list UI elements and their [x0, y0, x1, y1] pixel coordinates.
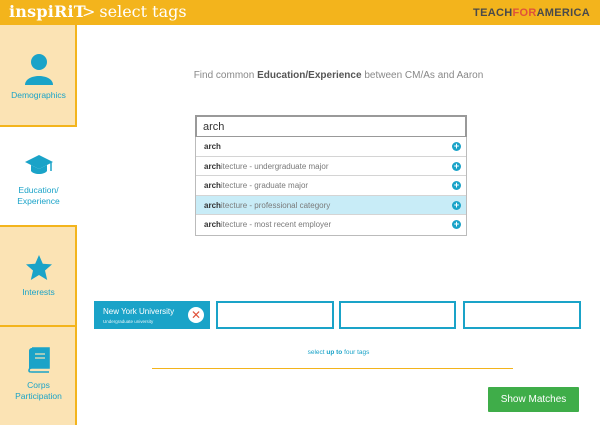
tag-limit-hint-suffix: four tags [342, 349, 370, 356]
autocomplete-rest-text: itecture - professional category [220, 200, 331, 210]
tag-limit-hint-prefix: select [307, 349, 327, 356]
sidebar-item-label: Demographics [11, 90, 66, 100]
brand-logo-part3: AMERICA [536, 7, 590, 19]
page-title: > select tags [82, 2, 187, 21]
sidebar-item-label: Education/ Experience [0, 185, 77, 206]
sidebar-item-interests[interactable]: Interests [0, 227, 77, 327]
autocomplete-match-text: arch [204, 200, 221, 210]
graduation-cap-icon [0, 154, 77, 176]
autocomplete-item[interactable]: architecture - most recent employer + [196, 215, 466, 235]
star-icon [0, 254, 77, 281]
tag-limit-hint-emphasis: up to [326, 349, 343, 356]
tag-slot-empty[interactable] [339, 301, 456, 329]
tag-slot-filled[interactable]: New York University Undergraduate univer… [94, 301, 210, 329]
remove-tag-button[interactable]: ✕ [188, 307, 204, 323]
sidebar-item-education-experience[interactable]: Education/ Experience [0, 127, 77, 227]
person-icon [0, 53, 77, 85]
sidebar-item-label-line1: Education/ [18, 185, 59, 195]
add-circle-icon[interactable]: + [452, 220, 461, 230]
book-icon [0, 347, 77, 373]
breadcrumb-separator: > [82, 2, 96, 21]
divider [152, 368, 513, 369]
search-prompt-emphasis: Education/Experience [257, 70, 362, 81]
close-icon: ✕ [190, 308, 202, 322]
autocomplete-match-text: arch [204, 220, 221, 230]
autocomplete-item[interactable]: arch + [196, 137, 466, 157]
add-circle-icon[interactable]: + [452, 142, 461, 151]
sidebar-item-label: Corps Participation [0, 380, 77, 401]
tag-subtitle: Undergraduate university [103, 319, 154, 324]
autocomplete-match-text: arch [204, 161, 221, 171]
tag-slot-empty[interactable] [216, 301, 334, 329]
app-title[interactable]: inspiRiT [9, 2, 86, 21]
autocomplete-rest-text: itecture - undergraduate major [220, 161, 329, 171]
autocomplete-list: arch + architecture - undergraduate majo… [195, 137, 467, 236]
brand-logo-part1: TEACH [473, 7, 513, 19]
add-circle-icon[interactable]: + [452, 181, 461, 191]
search-prompt-prefix: Find common [193, 70, 258, 81]
tag-slot-empty[interactable] [463, 301, 581, 329]
sidebar-item-corps-participation[interactable]: Corps Participation [0, 327, 77, 425]
sidebar-item-label-line2: Experience [17, 195, 60, 206]
app-header: inspiRiT > select tags TEACHFORAMERICA [0, 0, 600, 25]
autocomplete-item-highlighted[interactable]: architecture - professional category + [196, 195, 466, 216]
tag-title: New York University [103, 307, 175, 316]
brand-logo: TEACHFORAMERICA [473, 7, 590, 19]
autocomplete-item[interactable]: architecture - undergraduate major + [196, 157, 466, 177]
show-matches-button[interactable]: Show Matches [488, 387, 579, 412]
sidebar-item-demographics[interactable]: Demographics [0, 25, 77, 127]
autocomplete-match-text: arch [204, 181, 221, 191]
sidebar-item-label-line1: Corps [27, 380, 50, 390]
autocomplete-match-text: arch [204, 142, 221, 151]
tag-search-input[interactable] [195, 115, 467, 138]
page-title-text: select tags [99, 2, 187, 21]
autocomplete-rest-text: itecture - graduate major [220, 181, 309, 191]
search-prompt-suffix: between CM/As and Aaron [361, 70, 484, 81]
add-circle-icon[interactable]: + [452, 200, 461, 210]
sidebar-item-label: Interests [22, 287, 55, 297]
add-circle-icon[interactable]: + [452, 161, 461, 171]
sidebar-item-label-line2: Participation [15, 390, 62, 401]
autocomplete-rest-text: itecture - most recent employer [220, 220, 332, 230]
tag-limit-hint: select up to four tags [77, 349, 600, 356]
search-prompt: Find common Education/Experience between… [77, 70, 600, 81]
sidebar: Demographics Education/ Experience Inter… [0, 25, 77, 425]
brand-logo-part2: FOR [512, 7, 537, 19]
autocomplete-item[interactable]: architecture - graduate major + [196, 176, 466, 196]
